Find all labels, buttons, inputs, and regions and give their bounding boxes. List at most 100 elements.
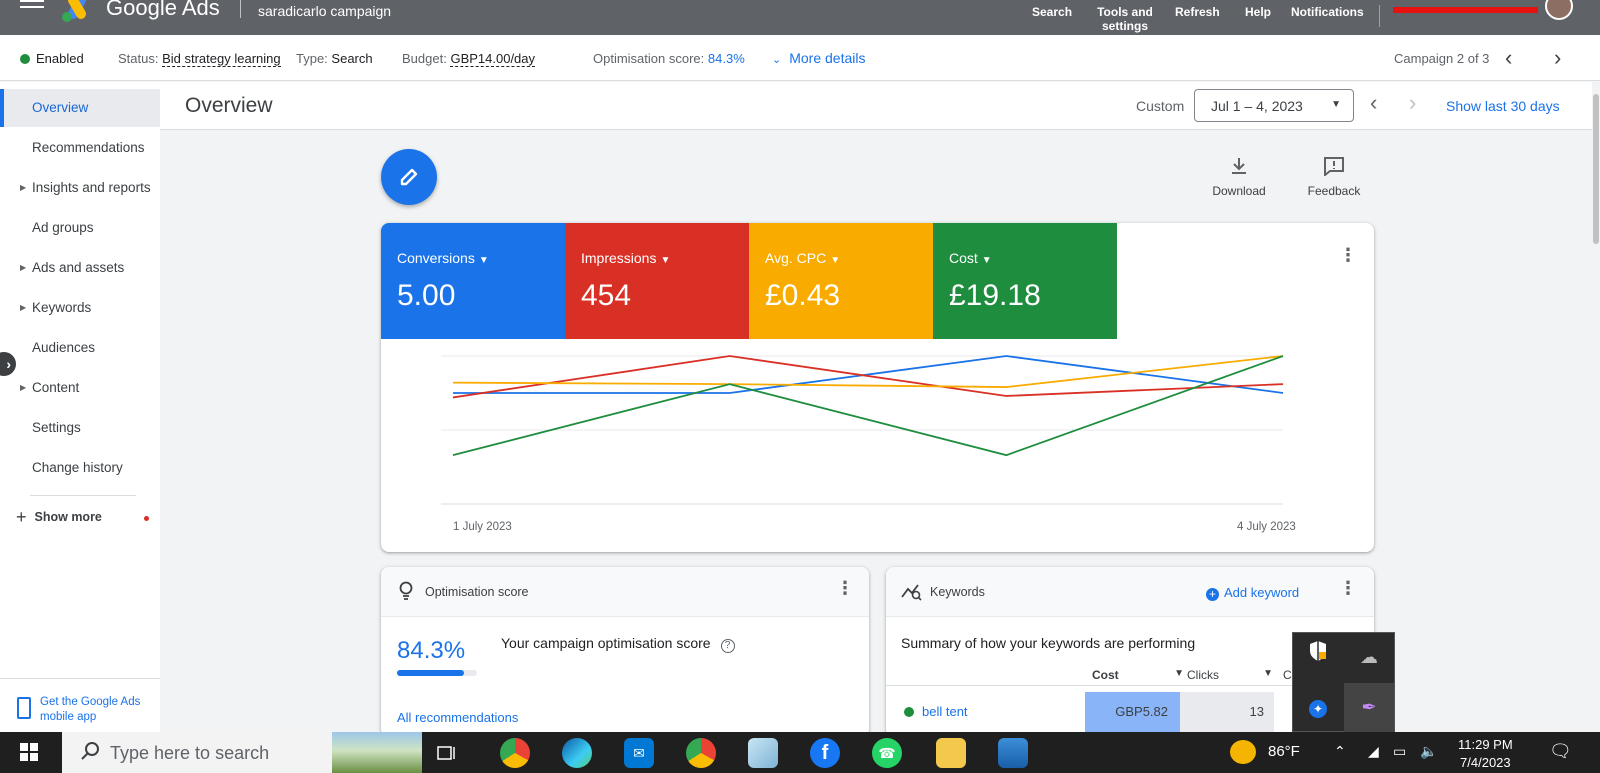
page-header: Overview Custom Jul 1 – 4, 2023 ▼ ‹ › Sh… <box>160 82 1592 130</box>
wifi-icon[interactable]: ◢ <box>1368 743 1379 760</box>
next-period-icon[interactable]: › <box>1409 90 1416 116</box>
metric-label: Cost <box>949 250 978 266</box>
next-campaign-icon[interactable]: › <box>1554 45 1561 71</box>
sidebar-item-content[interactable]: ▶ Content <box>0 369 160 407</box>
metric-tile-avg-cpc[interactable]: Avg. CPC ▼ £0.43 <box>749 223 933 339</box>
pen-icon[interactable]: ✒ <box>1344 683 1394 732</box>
chrome-profile-icon[interactable] <box>500 738 530 768</box>
whatsapp-icon[interactable]: ☎ <box>872 738 902 768</box>
facebook-icon[interactable]: f <box>810 738 840 768</box>
notifications-button[interactable]: Notifications <box>1291 5 1364 19</box>
all-recommendations-link[interactable]: All recommendations <box>397 710 518 725</box>
more-options-icon[interactable]: ⋮ <box>836 579 854 597</box>
weather-sun-icon[interactable] <box>1230 740 1256 764</box>
sidebar-item-label: Insights and reports <box>32 180 151 195</box>
edge-browser-icon[interactable] <box>562 738 592 768</box>
bluetooth-icon[interactable]: ✦ <box>1293 683 1343 732</box>
dropdown-arrow-icon: ▼ <box>830 255 841 266</box>
optimisation-card-title: Optimisation score <box>425 585 529 599</box>
type-field: Type: Search <box>296 51 373 66</box>
show-more-button[interactable]: + Show more <box>16 507 102 528</box>
keywords-summary: Summary of how your keywords are perform… <box>901 635 1196 651</box>
optimisation-field: Optimisation score: 84.3% <box>593 51 745 66</box>
optimisation-value[interactable]: 84.3% <box>708 51 745 66</box>
date-range-picker[interactable]: Jul 1 – 4, 2023 ▼ <box>1194 89 1354 122</box>
more-options-icon[interactable]: ⋮ <box>1339 246 1357 264</box>
dropdown-arrow-icon: ▼ <box>478 255 489 266</box>
sidebar-item-label: Ads and assets <box>32 260 125 275</box>
sidebar-item-keywords[interactable]: ▶ Keywords <box>0 289 160 327</box>
google-ads-mark-icon <box>62 0 86 22</box>
windows-start-icon[interactable] <box>20 743 38 761</box>
mobile-app-promo[interactable]: Get the Google Ads mobile app <box>0 678 160 738</box>
file-explorer-icon[interactable] <box>936 738 966 768</box>
help-button[interactable]: Help <box>1245 5 1271 19</box>
plus-icon: + <box>16 507 27 527</box>
metric-tile-conversions[interactable]: Conversions ▼ 5.00 <box>381 223 565 339</box>
column-header-cost[interactable]: Cost ▼ <box>1092 668 1184 682</box>
previous-campaign-icon[interactable]: ‹ <box>1505 45 1512 71</box>
chevron-up-icon[interactable]: ⌃ <box>1334 743 1346 760</box>
photos-icon[interactable] <box>998 738 1028 768</box>
avatar[interactable] <box>1545 0 1573 20</box>
more-options-icon[interactable]: ⋮ <box>1339 579 1357 597</box>
show-last-30-days-link[interactable]: Show last 30 days <box>1446 98 1560 114</box>
chrome-icon[interactable] <box>686 738 716 768</box>
windows-taskbar: Type here to search ✉ f ☎ 86°F ⌃ ◢ ▭ 🔈 1… <box>0 732 1600 773</box>
column-header-clicks[interactable]: Clicks ▼ <box>1187 668 1273 682</box>
sidebar-item-change-history[interactable]: Change history <box>0 449 160 487</box>
metric-tile-cost[interactable]: Cost ▼ £19.18 <box>933 223 1117 339</box>
tools-settings-button[interactable]: Tools and settings <box>1095 5 1155 33</box>
metric-tile-impressions[interactable]: Impressions ▼ 454 <box>565 223 749 339</box>
mail-icon[interactable]: ✉ <box>624 738 654 768</box>
mobile-app-link[interactable]: Get the Google Ads mobile app <box>40 695 150 725</box>
budget-value[interactable]: GBP14.00/day <box>450 51 536 67</box>
series-line-avg-cpc[interactable] <box>452 355 1284 388</box>
keyword-cell[interactable]: bell tent <box>904 692 968 732</box>
optimisation-description-text: Your campaign optimisation score <box>501 635 711 651</box>
sidebar-item-audiences[interactable]: Audiences <box>0 329 160 367</box>
caret-right-icon: ▶ <box>20 383 27 392</box>
sidebar-item-settings[interactable]: Settings <box>0 409 160 447</box>
lightbulb-icon <box>399 581 413 606</box>
budget-field: Budget: GBP14.00/day <box>402 51 536 67</box>
sidebar-item-insights-reports[interactable]: ▶ Insights and reports <box>0 169 160 207</box>
action-center-icon[interactable]: 🗨 <box>1549 741 1572 762</box>
series-line-conversions[interactable] <box>453 355 1284 394</box>
battery-icon[interactable]: ▭ <box>1393 743 1406 760</box>
notes-app-icon[interactable] <box>748 738 778 768</box>
campaign-status-bar: Enabled Status: Bid strategy learning Ty… <box>0 35 1600 81</box>
taskbar-search-box[interactable]: Type here to search <box>62 732 422 773</box>
sidebar-item-ad-groups[interactable]: Ad groups <box>0 209 160 247</box>
scrollbar-thumb[interactable] <box>1593 94 1599 244</box>
dropdown-arrow-icon: ▼ <box>1174 668 1184 679</box>
search-button[interactable]: Search <box>1032 5 1072 19</box>
volume-icon[interactable]: 🔈 <box>1420 743 1437 760</box>
more-details-button[interactable]: ⌄ More details <box>772 50 865 66</box>
metric-label: Conversions <box>397 250 475 266</box>
page-scrollbar[interactable] <box>1592 82 1600 732</box>
help-icon[interactable]: ? <box>720 639 735 653</box>
task-view-icon[interactable] <box>432 738 462 768</box>
sidebar-item-recommendations[interactable]: Recommendations <box>0 129 160 167</box>
refresh-button[interactable]: Refresh <box>1175 5 1220 19</box>
pencil-icon <box>400 168 418 186</box>
google-ads-logo[interactable]: Google Ads <box>60 0 220 22</box>
onedrive-cloud-icon[interactable]: ☁ <box>1344 633 1394 682</box>
add-circle-icon: + <box>1206 588 1219 601</box>
sidebar: Overview Recommendations ▶ Insights and r… <box>0 82 160 732</box>
search-icon <box>80 741 100 767</box>
add-keyword-button[interactable]: + Add keyword <box>1206 585 1299 601</box>
download-button[interactable]: Download <box>1204 156 1274 198</box>
security-shield-icon[interactable] <box>1293 633 1343 682</box>
previous-period-icon[interactable]: ‹ <box>1370 90 1377 116</box>
status-value[interactable]: Bid strategy learning <box>162 51 281 67</box>
sidebar-item-ads-assets[interactable]: ▶ Ads and assets <box>0 249 160 287</box>
feedback-button[interactable]: Feedback <box>1299 156 1369 198</box>
sidebar-item-overview[interactable]: Overview <box>0 89 160 127</box>
system-clock[interactable]: 11:29 PM 7/4/2023 <box>1458 736 1513 772</box>
edit-fab-button[interactable] <box>381 149 437 205</box>
weather-temperature[interactable]: 86°F <box>1268 743 1300 760</box>
hamburger-menu-icon[interactable] <box>20 0 44 10</box>
column-header-c[interactable]: C <box>1283 668 1292 682</box>
